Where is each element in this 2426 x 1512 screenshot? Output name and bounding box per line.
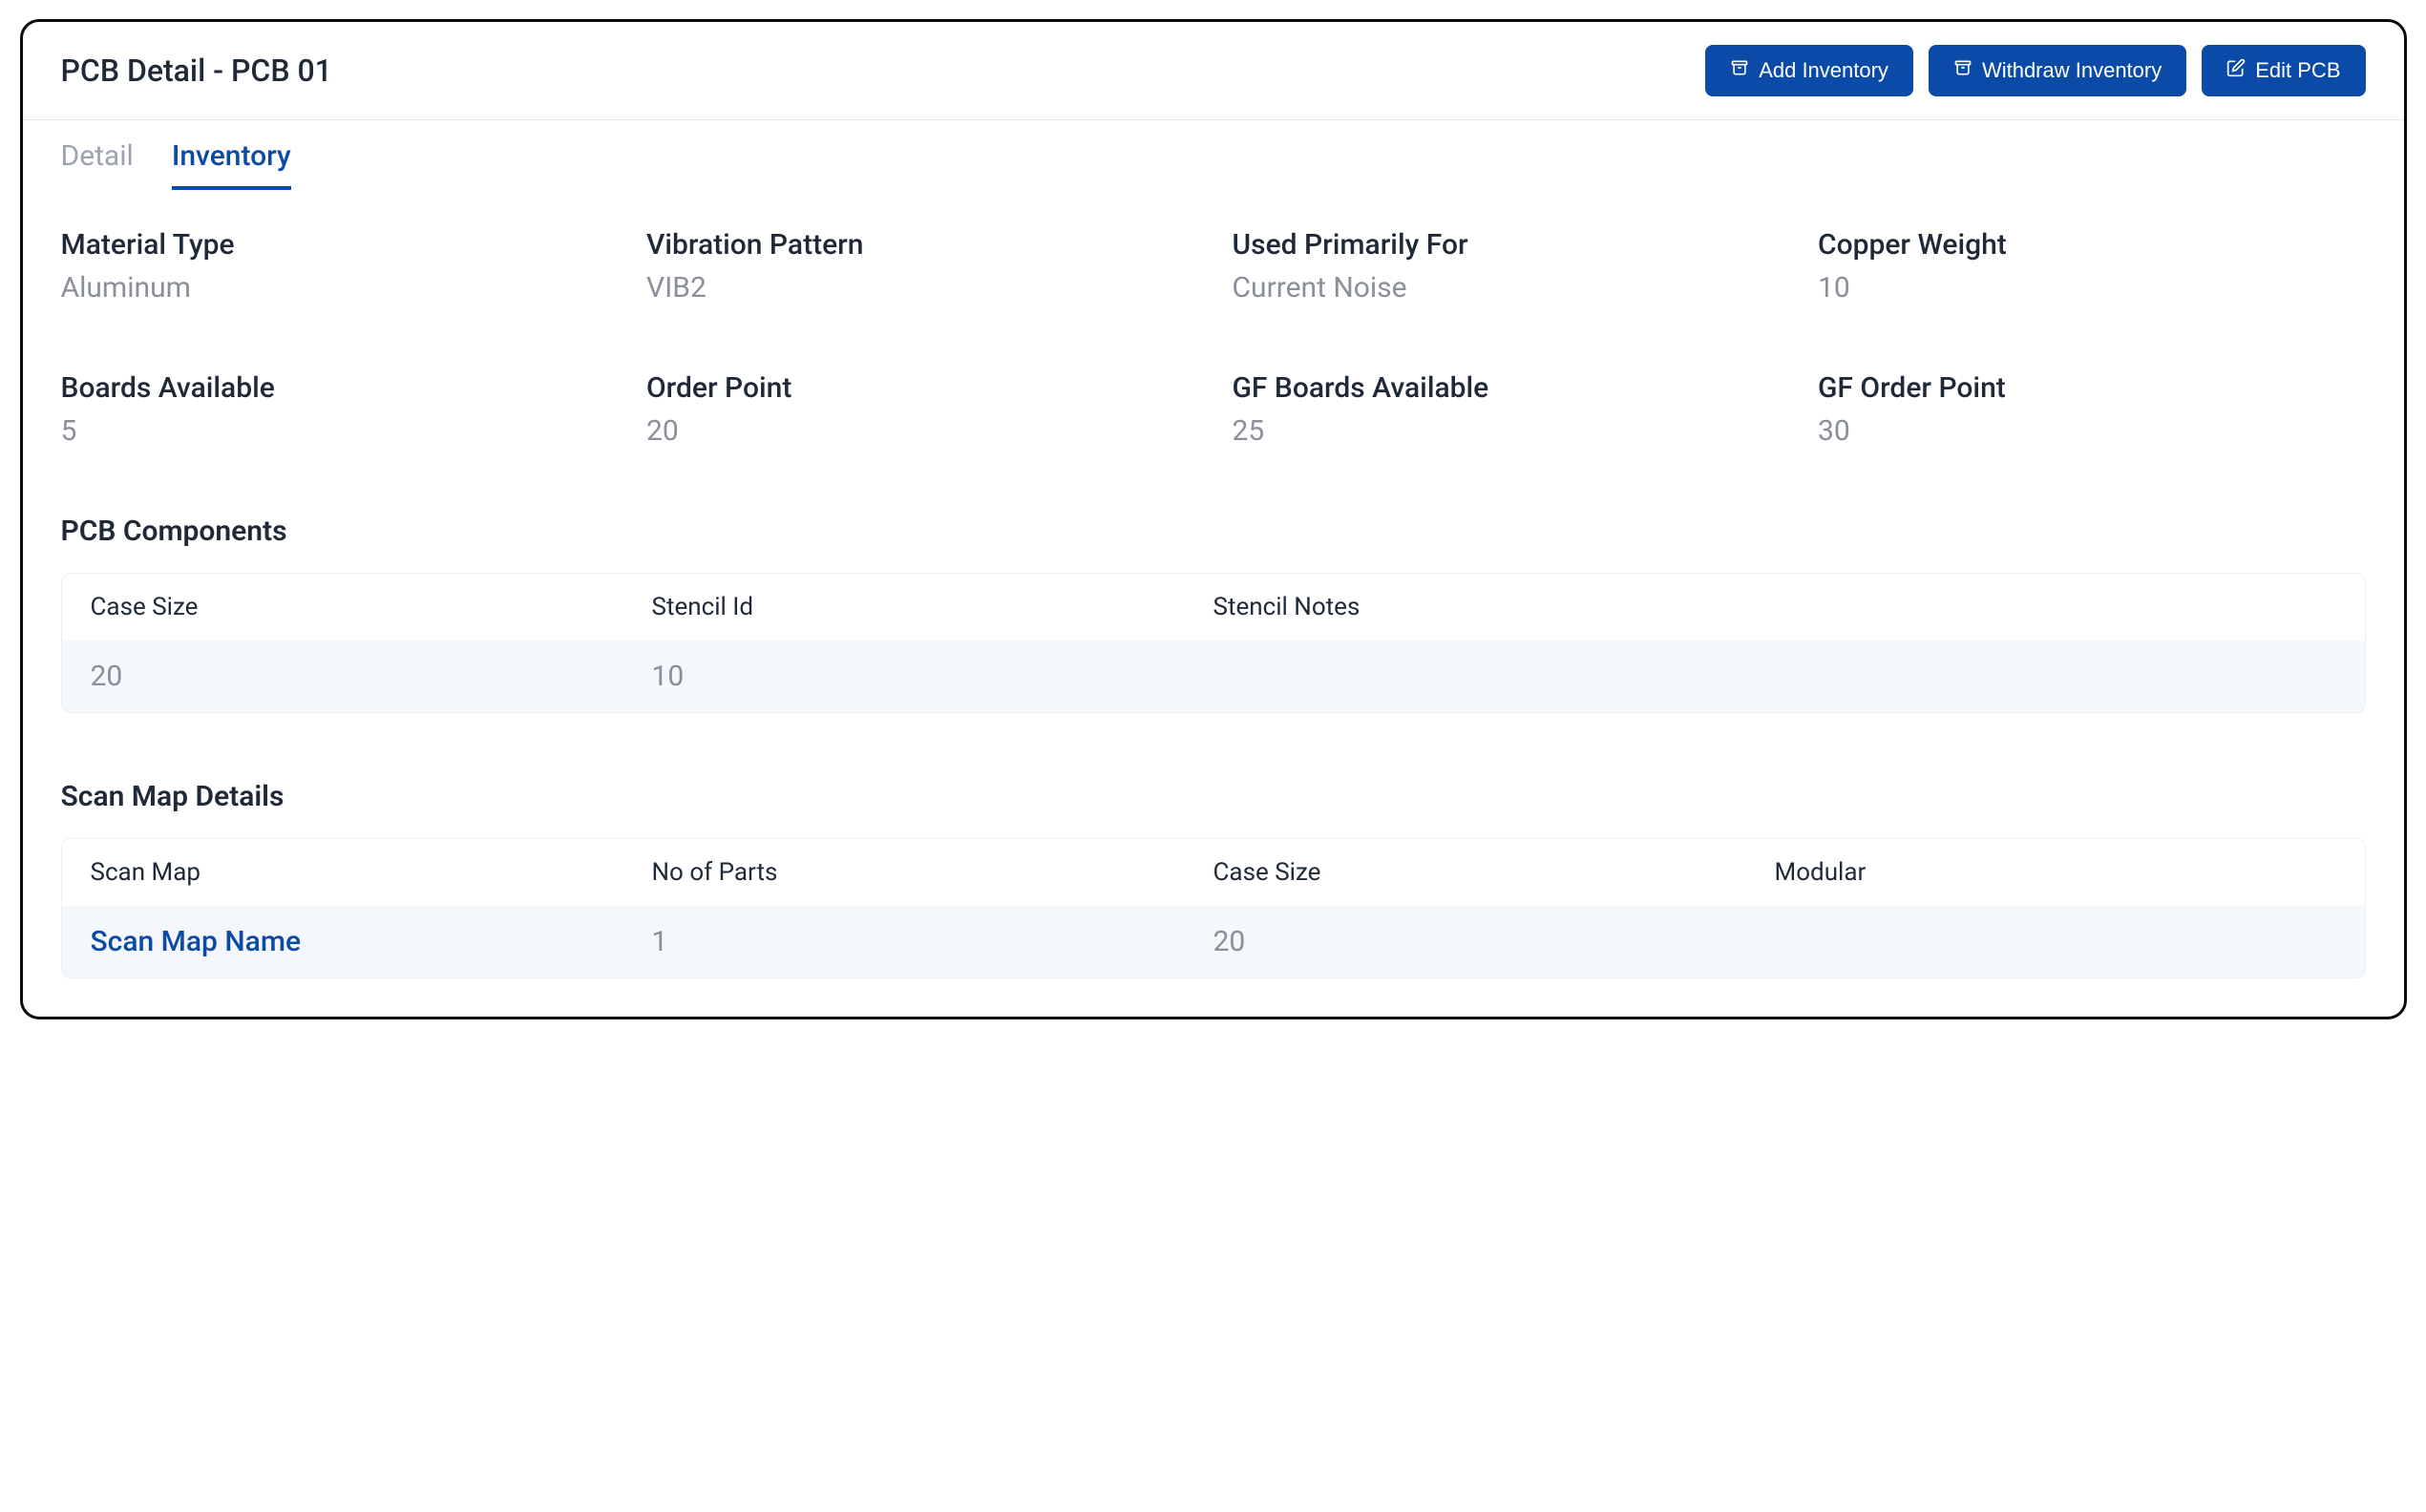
scan-map-table: Scan Map No of Parts Case Size Modular S…: [61, 838, 2366, 978]
field-label: Vibration Pattern: [646, 228, 1194, 262]
add-inventory-label: Add Inventory: [1759, 58, 1888, 83]
field-label: Used Primarily For: [1233, 228, 1781, 262]
th-stencil-notes: Stencil Notes: [1213, 593, 2336, 621]
edit-pcb-label: Edit PCB: [2255, 58, 2340, 83]
td-case-size: 20: [91, 660, 652, 693]
table-header: Scan Map No of Parts Case Size Modular: [62, 839, 2365, 906]
field-value: 20: [646, 414, 1194, 448]
content: Material Type Aluminum Vibration Pattern…: [23, 190, 2404, 1017]
table-row: 20 10: [62, 640, 2365, 712]
edit-pcb-button[interactable]: Edit PCB: [2202, 45, 2365, 96]
archive-box-icon: [1730, 58, 1749, 83]
tabs: Detail Inventory: [23, 120, 2404, 190]
tab-detail[interactable]: Detail: [61, 139, 134, 190]
field-value: 30: [1818, 414, 2366, 448]
th-no-of-parts: No of Parts: [652, 858, 1213, 887]
th-stencil-id: Stencil Id: [652, 593, 1213, 621]
pcb-detail-card: PCB Detail - PCB 01 Add Inventory Withdr…: [20, 19, 2407, 1019]
field-gf-boards-available: GF Boards Available 25: [1233, 371, 1781, 448]
table-header: Case Size Stencil Id Stencil Notes: [62, 574, 2365, 640]
field-order-point: Order Point 20: [646, 371, 1194, 448]
header-actions: Add Inventory Withdraw Inventory Edit PC…: [1705, 45, 2365, 96]
th-modular: Modular: [1775, 858, 2336, 887]
field-boards-available: Boards Available 5: [61, 371, 609, 448]
components-table: Case Size Stencil Id Stencil Notes 20 10: [61, 573, 2366, 713]
field-label: Order Point: [646, 371, 1194, 405]
field-value: Aluminum: [61, 271, 609, 304]
field-label: Boards Available: [61, 371, 609, 405]
field-copper-weight: Copper Weight 10: [1818, 228, 2366, 304]
edit-icon: [2226, 58, 2246, 83]
field-gf-order-point: GF Order Point 30: [1818, 371, 2366, 448]
field-vibration-pattern: Vibration Pattern VIB2: [646, 228, 1194, 304]
th-case-size: Case Size: [91, 593, 652, 621]
th-case-size: Case Size: [1213, 858, 1775, 887]
field-value: 10: [1818, 271, 2366, 304]
field-material-type: Material Type Aluminum: [61, 228, 609, 304]
field-used-primarily-for: Used Primarily For Current Noise: [1233, 228, 1781, 304]
field-label: Copper Weight: [1818, 228, 2366, 262]
th-scan-map: Scan Map: [91, 858, 652, 887]
field-label: Material Type: [61, 228, 609, 262]
field-label: GF Order Point: [1818, 371, 2366, 405]
td-case-size: 20: [1213, 925, 1775, 958]
add-inventory-button[interactable]: Add Inventory: [1705, 45, 1913, 96]
scan-map-title: Scan Map Details: [61, 780, 2366, 813]
field-value: VIB2: [646, 271, 1194, 304]
field-label: GF Boards Available: [1233, 371, 1781, 405]
field-value: 25: [1233, 414, 1781, 448]
field-value: Current Noise: [1233, 271, 1781, 304]
td-scan-map-link[interactable]: Scan Map Name: [91, 925, 652, 958]
withdraw-inventory-button[interactable]: Withdraw Inventory: [1929, 45, 2186, 96]
table-row: Scan Map Name 1 20: [62, 906, 2365, 977]
archive-box-icon: [1953, 58, 1972, 83]
components-title: PCB Components: [61, 514, 2366, 548]
fields-grid: Material Type Aluminum Vibration Pattern…: [61, 228, 2366, 448]
field-value: 5: [61, 414, 609, 448]
header: PCB Detail - PCB 01 Add Inventory Withdr…: [23, 22, 2404, 120]
td-no-of-parts: 1: [652, 925, 1213, 958]
page-title: PCB Detail - PCB 01: [61, 52, 332, 89]
tab-inventory[interactable]: Inventory: [172, 139, 291, 190]
withdraw-inventory-label: Withdraw Inventory: [1982, 58, 2162, 83]
td-stencil-id: 10: [652, 660, 1213, 693]
